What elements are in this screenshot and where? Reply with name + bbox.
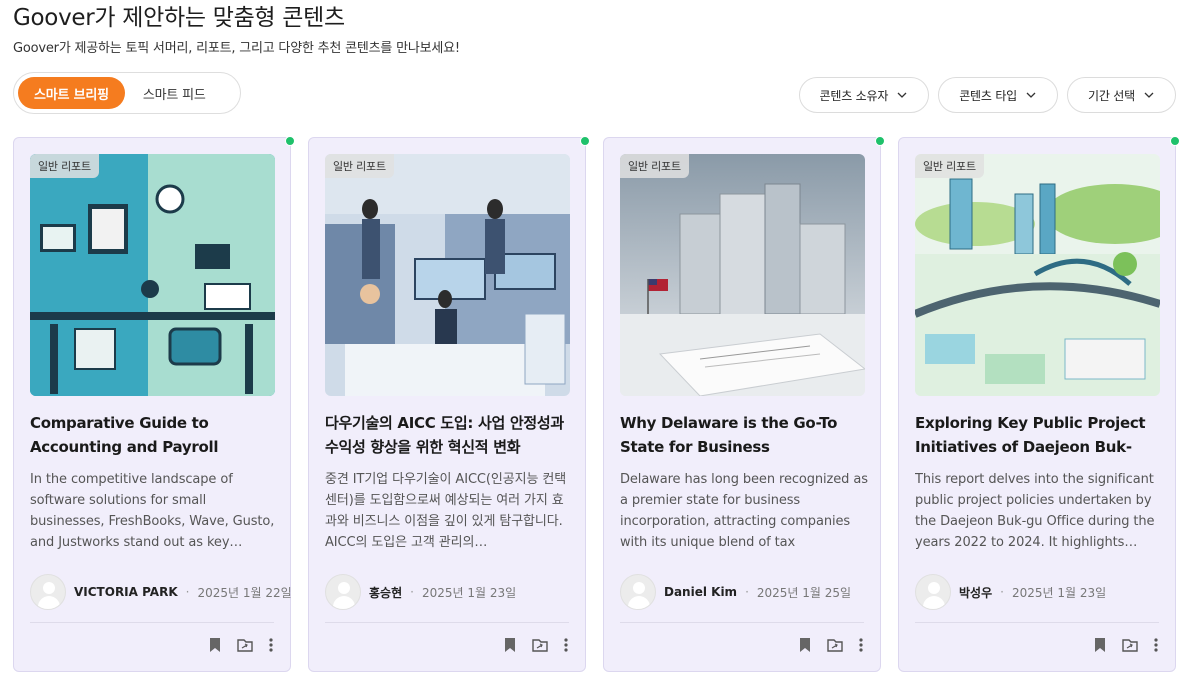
bookmark-icon[interactable] — [503, 637, 517, 653]
content-type-filter[interactable]: 콘텐츠 타입 — [938, 77, 1059, 113]
new-indicator — [580, 136, 590, 146]
filter-bar: 콘텐츠 소유자 콘텐츠 타입 기간 선택 — [798, 77, 1176, 113]
card-summary: 중견 IT기업 다우기술이 AICC(인공지능 컨택센터)를 도입함으로써 예상… — [325, 472, 567, 550]
card-summary: Delaware has long been recognized as a p… — [620, 472, 868, 550]
card-title[interactable]: 다우기술의 AICC 도입: 사업 안정성과 수익성 향상을 위한 혁신적 변화 — [325, 411, 573, 459]
new-indicator — [285, 136, 295, 146]
author-name: Daniel Kim — [664, 585, 738, 599]
report-type-badge: 일반 리포트 — [915, 154, 984, 178]
divider — [325, 622, 569, 623]
page-subtitle: Goover가 제공하는 토픽 서머리, 리포트, 그리고 다양한 추천 콘텐츠… — [13, 41, 460, 56]
bookmark-icon[interactable] — [208, 637, 222, 653]
new-indicator — [1170, 136, 1180, 146]
avatar — [620, 574, 656, 610]
card-author: 박성우 · 2025년 1월 23일 — [915, 574, 1106, 610]
card-thumbnail[interactable] — [325, 154, 570, 396]
published-date: 2025년 1월 25일 — [756, 585, 852, 600]
filter-label: 기간 선택 — [1088, 88, 1135, 103]
page-header: Goover가 제안하는 맞춤형 콘텐츠 Goover가 제공하는 토픽 서머리… — [13, 2, 460, 56]
new-indicator — [875, 136, 885, 146]
card-actions — [798, 637, 864, 653]
more-options-icon[interactable] — [563, 637, 569, 653]
content-card[interactable]: 일반 리포트 Comparative Guide to Accounting a… — [13, 136, 295, 672]
chevron-down-icon — [897, 92, 907, 98]
share-icon[interactable] — [531, 637, 549, 653]
smart-briefing-tab[interactable]: 스마트 브리핑 — [18, 77, 125, 109]
share-icon[interactable] — [1121, 637, 1139, 653]
card-actions — [208, 637, 274, 653]
filter-label: 콘텐츠 타입 — [959, 88, 1018, 103]
chevron-down-icon — [1144, 92, 1154, 98]
divider — [915, 622, 1159, 623]
avatar — [325, 574, 361, 610]
card-actions — [1093, 637, 1159, 653]
divider — [620, 622, 864, 623]
separator-dot: · — [185, 585, 190, 599]
author-name: 박성우 — [959, 585, 993, 600]
report-type-badge: 일반 리포트 — [325, 154, 394, 178]
card-thumbnail[interactable] — [30, 154, 275, 396]
report-type-badge: 일반 리포트 — [30, 154, 99, 178]
separator-dot: · — [1000, 585, 1004, 599]
author-name: VICTORIA PARK — [74, 585, 178, 599]
card-summary: This report delves into the significant … — [915, 472, 1155, 550]
author-name: 홍승현 — [369, 585, 403, 600]
avatar — [30, 574, 66, 610]
card-title[interactable]: Comparative Guide to Accounting and Payr… — [30, 411, 278, 459]
page-title: Goover가 제안하는 맞춤형 콘텐츠 — [13, 5, 345, 31]
avatar — [915, 574, 951, 610]
content-card[interactable]: 일반 리포트 다우기술의 AICC 도입: 사업 안정성과 수익성 향상을 위한… — [308, 136, 590, 672]
card-thumbnail[interactable] — [915, 154, 1160, 396]
published-date: 2025년 1월 22일 — [197, 585, 292, 600]
more-options-icon[interactable] — [1153, 637, 1159, 653]
share-icon[interactable] — [826, 637, 844, 653]
divider — [30, 622, 274, 623]
published-date: 2025년 1월 23일 — [421, 585, 517, 600]
card-author: Daniel Kim · 2025년 1월 25일 — [620, 574, 851, 610]
report-type-badge: 일반 리포트 — [620, 154, 689, 178]
bookmark-icon[interactable] — [1093, 637, 1107, 653]
card-title[interactable]: Why Delaware is the Go-To State for Busi… — [620, 411, 868, 459]
published-date: 2025년 1월 23일 — [1011, 585, 1107, 600]
share-icon[interactable] — [236, 637, 254, 653]
filter-label: 콘텐츠 소유자 — [819, 88, 889, 103]
content-card[interactable]: 일반 리포트 Exploring Key Public Project Init… — [898, 136, 1180, 672]
smart-feed-tab[interactable]: 스마트 피드 — [127, 77, 222, 109]
card-actions — [503, 637, 569, 653]
period-filter[interactable]: 기간 선택 — [1067, 77, 1176, 113]
card-title[interactable]: Exploring Key Public Project Initiatives… — [915, 411, 1163, 459]
card-thumbnail[interactable] — [620, 154, 865, 396]
chevron-down-icon — [1026, 92, 1036, 98]
bookmark-icon[interactable] — [798, 637, 812, 653]
content-card-list: 일반 리포트 Comparative Guide to Accounting a… — [13, 136, 1180, 672]
view-toggle: 스마트 브리핑 스마트 피드 — [13, 72, 241, 114]
content-card[interactable]: 일반 리포트 Why Delaware is the Go-To State f… — [603, 136, 885, 672]
separator-dot: · — [745, 585, 749, 599]
more-options-icon[interactable] — [858, 637, 864, 653]
more-options-icon[interactable] — [268, 637, 274, 653]
content-owner-filter[interactable]: 콘텐츠 소유자 — [798, 77, 930, 113]
card-summary: In the competitive landscape of software… — [30, 472, 275, 550]
separator-dot: · — [410, 585, 414, 599]
card-author: 홍승현 · 2025년 1월 23일 — [325, 574, 516, 610]
card-author: VICTORIA PARK · 2025년 1월 22일 — [30, 574, 292, 610]
